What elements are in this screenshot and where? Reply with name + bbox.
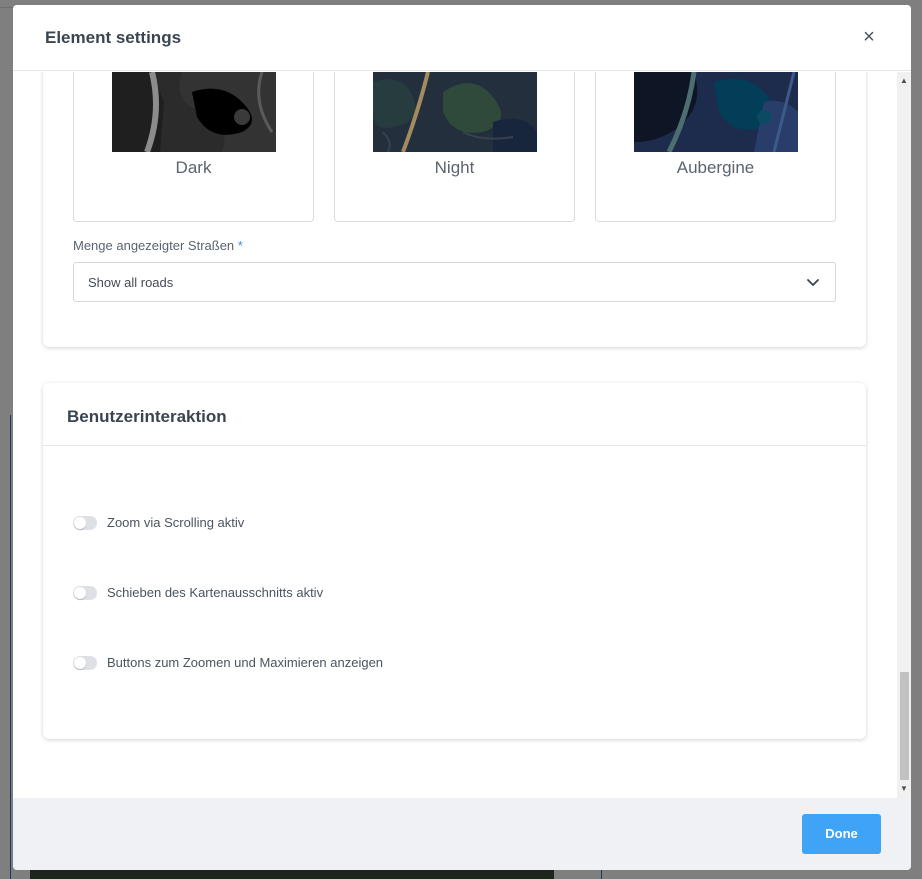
scroll-down-arrow-icon[interactable]: ▼ [897, 784, 911, 794]
user-interaction-header: Benutzerinteraktion [43, 383, 866, 446]
toggle-switch[interactable] [73, 516, 97, 530]
user-interaction-title: Benutzerinteraktion [67, 407, 227, 426]
close-icon[interactable]: × [859, 27, 879, 47]
map-style-preview-night [373, 72, 537, 152]
map-style-preview-aubergine [634, 72, 798, 152]
map-style-label: Night [434, 158, 475, 177]
map-style-card: Dark Night Aubergine Menge angezeigter S… [43, 72, 866, 347]
chevron-down-icon [807, 279, 819, 286]
toggle-knob [74, 587, 86, 599]
dialog-scrollbar[interactable]: ▲ ▼ [897, 72, 911, 798]
map-style-tile-night[interactable]: Night [334, 72, 575, 222]
required-marker: * [237, 238, 243, 253]
map-style-label: Dark [175, 158, 212, 177]
done-button[interactable]: Done [802, 814, 881, 854]
toggle-label: Schieben des Kartenausschnitts aktiv [107, 585, 324, 600]
map-style-label: Aubergine [676, 158, 755, 177]
dialog-header: Element settings × [13, 5, 911, 71]
roads-select[interactable]: Show all roads [73, 262, 836, 302]
toggle-label: Zoom via Scrolling aktiv [107, 515, 245, 530]
dialog-footer: Done [13, 798, 911, 870]
element-settings-dialog: Element settings × Dark Night Aubergine … [13, 5, 911, 870]
dialog-body[interactable]: Dark Night Aubergine Menge angezeigter S… [13, 72, 911, 798]
toggle-knob [74, 517, 86, 529]
toggle-label: Buttons zum Zoomen und Maximieren anzeig… [107, 655, 384, 670]
toggle-switch[interactable] [73, 656, 97, 670]
dialog-title: Element settings [45, 28, 182, 47]
roads-select-value: Show all roads [88, 275, 174, 290]
user-interaction-card: Benutzerinteraktion Zoom via Scrolling a… [43, 383, 866, 739]
map-style-preview-dark [112, 72, 276, 152]
toggle-knob [74, 657, 86, 669]
map-style-tile-dark[interactable]: Dark [73, 72, 314, 222]
map-style-tile-aubergine[interactable]: Aubergine [595, 72, 836, 222]
scroll-thumb[interactable] [900, 672, 909, 780]
toggle-switch[interactable] [73, 586, 97, 600]
roads-field-label: Menge angezeigter Straßen * [73, 238, 243, 253]
scroll-up-arrow-icon[interactable]: ▲ [897, 76, 911, 86]
